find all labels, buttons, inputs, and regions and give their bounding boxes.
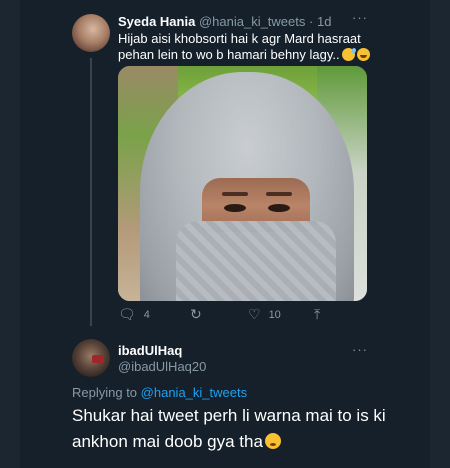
like-button[interactable]: ♡ 10 (248, 307, 281, 322)
thread-connector-line (90, 58, 92, 326)
tweet-body: Hijab aisi khobsorti hai k agr Mard hasr… (118, 31, 361, 62)
replying-to-handle[interactable]: @hania_ki_tweets (141, 385, 247, 400)
avatar-detail (92, 355, 104, 363)
reply-button[interactable]: 🗨︎ 4 (118, 307, 150, 322)
retweet-button[interactable]: ↻ (190, 307, 202, 321)
heart-icon: ♡ (248, 306, 261, 322)
laughing-emoji-icon (356, 48, 370, 61)
reply-icon: 🗨︎ (118, 306, 136, 322)
more-dots-icon[interactable]: ··· (352, 10, 368, 25)
retweet-icon: ↻ (190, 306, 202, 322)
sweat-smile-emoji-icon (341, 48, 356, 61)
avatar[interactable] (72, 14, 110, 52)
timestamp[interactable]: 1d (317, 14, 331, 29)
brow-left (222, 192, 248, 196)
reply-count: 4 (143, 309, 150, 321)
replying-to: Replying to @hania_ki_tweets (72, 385, 247, 401)
flushed-face-emoji-icon (264, 433, 281, 449)
tweet-text: Hijab aisi khobsorti hai k agr Mard hasr… (118, 31, 378, 63)
tweet-actions: 🗨︎ 4 ↻ ♡ 10 ⤒ (118, 307, 358, 323)
photo-subject-veil (176, 221, 336, 301)
reply-author-name[interactable]: ibadUlHaq (118, 343, 182, 359)
eye-right (268, 204, 290, 212)
eye-left (224, 204, 246, 212)
share-button[interactable]: ⤒ (314, 307, 328, 322)
reply-body: Shukar hai tweet perh li warna mai to is… (72, 406, 386, 451)
reply-author-handle[interactable]: @ibadUlHaq20 (118, 359, 206, 375)
like-count: 10 (268, 309, 281, 321)
share-icon: ⤒ (314, 306, 321, 322)
replying-to-label: Replying to (72, 385, 138, 400)
reply-text: Shukar hai tweet perh li warna mai to is… (72, 403, 402, 455)
author-handle[interactable]: @hania_ki_tweets (199, 14, 305, 29)
separator: · (309, 14, 314, 29)
author-name[interactable]: Syeda Hania (118, 14, 195, 29)
tweet-header: Syeda Hania @hania_ki_tweets · 1d (118, 14, 331, 30)
tweet-photo[interactable] (118, 66, 367, 301)
reply-avatar[interactable] (72, 339, 110, 377)
brow-right (266, 192, 292, 196)
reply-more-dots-icon[interactable]: ··· (352, 342, 368, 357)
